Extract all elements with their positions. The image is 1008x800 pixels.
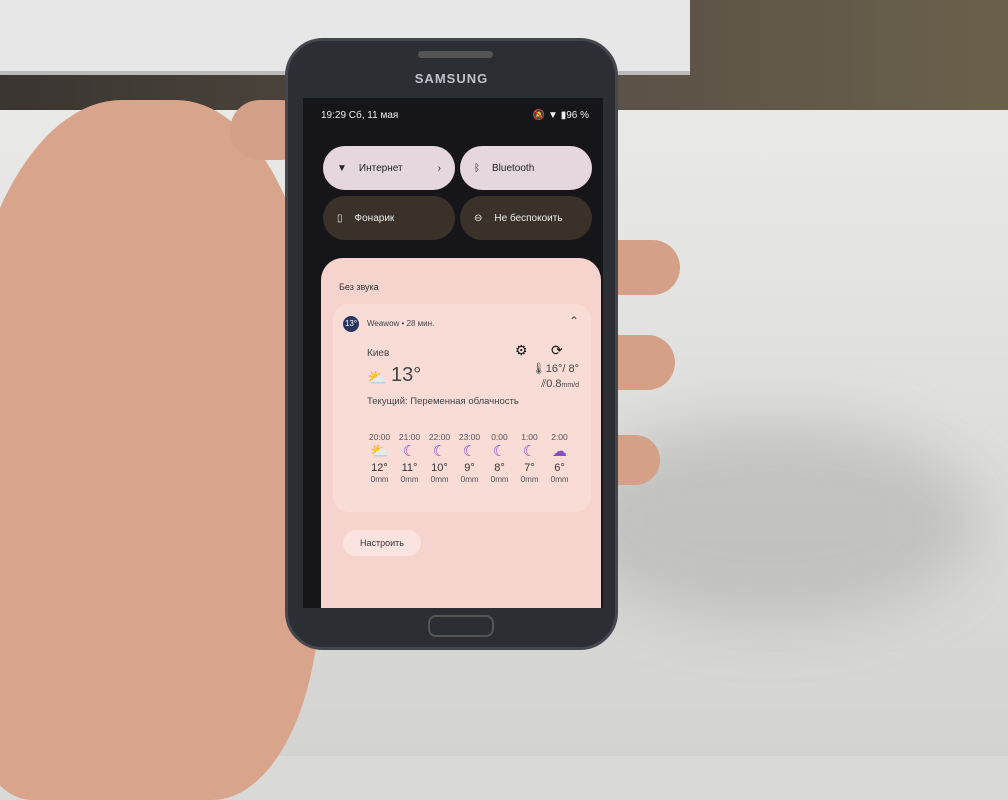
- hourly-forecast: 20:00 ⛅ 12° 0mm 21:00 ☾ 11° 0mm 22:00 ☾ 10° 0mm 23:0…: [365, 432, 574, 484]
- wifi-icon: ▼: [548, 110, 558, 121]
- bluetooth-icon: ᛒ: [474, 162, 480, 174]
- hour-temp: 10°: [431, 462, 448, 474]
- settings-button[interactable]: Настроить: [343, 530, 421, 556]
- hour-item: 0:00 ☾ 8° 0mm: [485, 432, 514, 484]
- hour-item: 1:00 ☾ 7° 0mm: [515, 432, 544, 484]
- wifi-icon: ▼: [337, 162, 347, 174]
- hand: [0, 100, 320, 800]
- notification-panel: Без звука 13° Weawow • 28 мин. ⌃ Киев ⚙ …: [321, 258, 601, 608]
- brand-logo: SAMSUNG: [414, 71, 489, 86]
- hour-item: 22:00 ☾ 10° 0mm: [425, 432, 454, 484]
- tile-internet[interactable]: ▼ Интернет ›: [323, 146, 455, 190]
- collapse-icon[interactable]: ⌃: [569, 314, 579, 328]
- thermometer-icon: 🌡: [531, 363, 546, 375]
- moon-icon: ☾: [402, 443, 417, 460]
- weather-notification[interactable]: 13° Weawow • 28 мин. ⌃ Киев ⚙ ⟳ ⛅ 13° 🌡1…: [333, 304, 591, 512]
- tile-do-not-disturb[interactable]: ⊖ Не беспокоить: [460, 196, 592, 240]
- hour-unit: mm: [495, 475, 509, 484]
- hour-time: 23:00: [458, 432, 481, 442]
- hour-time: 1:00: [521, 432, 538, 442]
- sun-cloud-icon: ⛅: [370, 443, 389, 460]
- hour-item: 20:00 ⛅ 12° 0mm: [365, 432, 394, 484]
- hour-time: 22:00: [428, 432, 451, 442]
- time-date: 19:29 Сб, 11 мая: [321, 110, 399, 121]
- hour-unit: mm: [465, 475, 479, 484]
- tile-label: Bluetooth: [492, 162, 535, 174]
- moon-icon: ☾: [462, 443, 477, 460]
- battery-level: 96 %: [566, 110, 589, 121]
- current-temp: 13°: [391, 364, 422, 386]
- hour-item: 21:00 ☾ 11° 0mm: [395, 432, 424, 484]
- hour-unit: mm: [375, 475, 389, 484]
- city: Киев: [367, 348, 390, 359]
- hour-temp: 7°: [524, 462, 535, 474]
- hour-time: 20:00: [368, 432, 391, 442]
- hour-time: 0:00: [491, 432, 508, 442]
- home-button[interactable]: [428, 615, 494, 637]
- hour-temp: 6°: [554, 462, 565, 474]
- hour-temp: 11°: [401, 462, 418, 474]
- phone: SAMSUNG 19:29 Сб, 11 мая 🔕 ▼ ▮96 % ▼ Инте…: [285, 38, 618, 650]
- hour-unit: mm: [555, 475, 569, 484]
- chevron-right-icon[interactable]: ›: [438, 163, 441, 174]
- speaker: [418, 51, 493, 58]
- gear-icon[interactable]: ⚙: [515, 342, 528, 359]
- sun-cloud-icon: ⛅: [367, 370, 387, 387]
- moon-icon: ☾: [492, 443, 507, 460]
- hour-item: 23:00 ☾ 9° 0mm: [455, 432, 484, 484]
- screen: 19:29 Сб, 11 мая 🔕 ▼ ▮96 % ▼ Интернет › ᛒB…: [303, 98, 603, 608]
- tile-label: Интернет: [358, 162, 403, 174]
- hour-time: 2:00: [551, 432, 568, 442]
- status-bar: 19:29 Сб, 11 мая 🔕 ▼ ▮96 %: [321, 110, 589, 121]
- moon-icon: ☾: [432, 443, 447, 460]
- tile-flashlight[interactable]: ▯ Фонарик: [323, 196, 455, 240]
- mute-icon: 🔕: [532, 110, 546, 121]
- moon-icon: ☾: [522, 443, 537, 460]
- section-header: Без звука: [339, 282, 379, 292]
- tile-bluetooth[interactable]: ᛒ Bluetooth: [460, 146, 592, 190]
- hour-unit: mm: [435, 475, 449, 484]
- tile-label: Фонарик: [354, 212, 395, 224]
- hour-item: 2:00 ☁ 6° 0mm: [545, 432, 574, 484]
- app-name: Weawow • 28 мин.: [367, 319, 435, 328]
- tile-label: Не беспокоить: [494, 212, 563, 224]
- refresh-icon[interactable]: ⟳: [551, 342, 563, 359]
- hour-unit: mm: [525, 475, 539, 484]
- hour-temp: 12°: [371, 462, 388, 474]
- moon-cloud-icon: ☁: [552, 443, 567, 460]
- condition: Текущий: Переменная облачность: [367, 396, 519, 407]
- hour-temp: 8°: [494, 462, 505, 474]
- high-low: 🌡16°/ 8°: [531, 363, 579, 375]
- precip: ⫽0.8mm/d: [541, 378, 579, 390]
- flashlight-icon: ▯: [337, 212, 343, 224]
- do-not-disturb-icon: ⊖: [474, 212, 483, 224]
- hour-time: 21:00: [398, 432, 421, 442]
- app-icon: 13°: [343, 316, 359, 332]
- hour-unit: mm: [405, 475, 419, 484]
- hour-temp: 9°: [464, 462, 475, 474]
